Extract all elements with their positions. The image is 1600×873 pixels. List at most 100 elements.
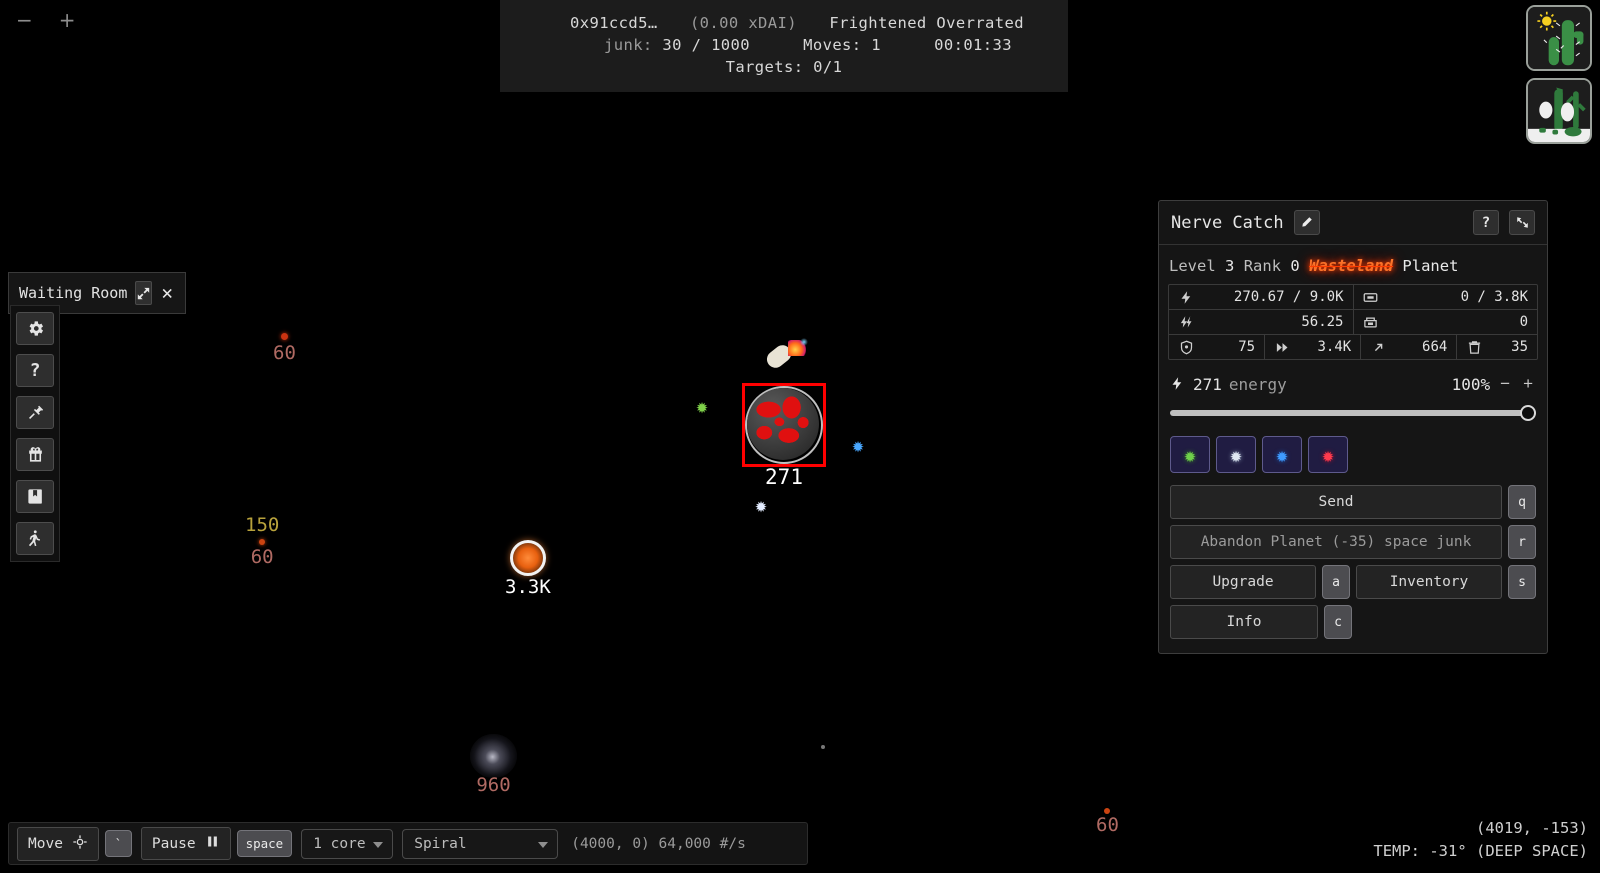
level-value: 3 xyxy=(1225,257,1235,275)
ship-red-icon: ✹ xyxy=(1321,442,1335,467)
energy-decrease-button[interactable]: − xyxy=(1497,374,1513,394)
energy-slider-knob[interactable] xyxy=(1520,405,1536,421)
stat-speed: 3.4K xyxy=(1265,335,1362,359)
inventory-button[interactable]: Inventory xyxy=(1356,565,1502,599)
planet-panel-header: Nerve Catch ? xyxy=(1159,201,1547,245)
pause-label: Pause xyxy=(151,835,196,852)
send-shortcut-key[interactable]: q xyxy=(1508,485,1536,519)
quasar-energy-label: 3.3K xyxy=(505,576,551,598)
stat-energy-growth-value: 56.25 xyxy=(1301,314,1344,330)
sidebar-item-help[interactable]: ? xyxy=(16,354,54,387)
ship-slot-white[interactable]: ✹ xyxy=(1216,436,1256,473)
planet-subtitle: Level 3 Rank 0 Wasteland Planet xyxy=(1169,257,1538,275)
sidebar-item-plugins[interactable] xyxy=(16,396,54,429)
selected-planet[interactable] xyxy=(747,388,819,460)
expand-icon[interactable] xyxy=(135,281,152,305)
book-icon xyxy=(27,489,42,504)
junk-value: 30 / 1000 xyxy=(662,36,750,54)
pause-shortcut-key[interactable]: space xyxy=(236,830,293,857)
upgrade-button[interactable]: Upgrade xyxy=(1170,565,1316,599)
sidebar-item-gifts[interactable] xyxy=(16,438,54,471)
ship-rocket[interactable] xyxy=(763,338,810,374)
map-object-quasar-3k[interactable]: 3.3K xyxy=(505,540,551,598)
close-icon[interactable]: ✕ xyxy=(160,281,175,305)
pause-group: Pause space xyxy=(140,827,293,860)
pattern-select[interactable]: Spiral xyxy=(402,828,559,859)
cores-select-wrap: 1 core xyxy=(301,828,394,859)
cores-select[interactable]: 1 core xyxy=(301,828,394,859)
move-shortcut-key[interactable]: ` xyxy=(104,830,132,857)
sidebar-item-guide[interactable] xyxy=(16,480,54,513)
stat-silver-value: 0 / 3.8K xyxy=(1460,289,1528,305)
ship-blue[interactable]: ✹ xyxy=(852,435,864,455)
account-address[interactable]: 0x91ccd5… xyxy=(570,14,658,32)
energy-icon xyxy=(1170,376,1186,392)
ship-white[interactable]: ✹ xyxy=(755,495,767,515)
map-object-planet-small-3[interactable]: 60 xyxy=(1096,808,1119,836)
abandon-planet-button[interactable]: Abandon Planet (-35) space junk xyxy=(1170,525,1502,559)
defense-icon xyxy=(1178,339,1194,355)
desert-cactus-thumbnail[interactable] xyxy=(1526,5,1592,71)
minimize-icon[interactable] xyxy=(1509,210,1535,235)
ship-slot-green[interactable]: ✹ xyxy=(1170,436,1210,473)
pencil-icon[interactable] xyxy=(1293,210,1320,235)
speed-icon xyxy=(1274,339,1290,355)
planet-energy-label: 60 xyxy=(273,342,296,364)
snow-cactus-thumbnail[interactable] xyxy=(1526,78,1592,144)
ship-white-icon: ✹ xyxy=(1229,442,1243,467)
inventory-shortcut-key[interactable]: s xyxy=(1508,565,1536,599)
energy-slider-track xyxy=(1170,410,1536,416)
map-object-planet-small-1[interactable]: 60 xyxy=(273,333,296,364)
send-button[interactable]: Send xyxy=(1170,485,1502,519)
timer-value: 00:01:33 xyxy=(934,36,1012,54)
stat-row-attributes: 75 3.4K 664 35 xyxy=(1169,335,1537,359)
minimize-glyph xyxy=(1516,217,1528,228)
plug-icon xyxy=(28,405,43,419)
artifact-thumbnails xyxy=(1526,5,1592,144)
planet-stats-table: 270.67 / 9.0K 0 / 3.8K 56.25 0 75 3.4K 6… xyxy=(1168,284,1538,360)
move-button[interactable]: Move xyxy=(17,826,99,861)
energy-slider[interactable] xyxy=(1170,404,1536,422)
map-object-planet-small-2[interactable]: 150 60 xyxy=(245,514,280,568)
spiral-energy-label: 960 xyxy=(476,774,511,796)
gear-icon xyxy=(29,321,43,336)
temperature-readout: TEMP: -31° (DEEP SPACE) xyxy=(1373,841,1588,860)
spiral-body xyxy=(470,734,517,778)
silver-growth-icon xyxy=(1363,314,1379,330)
ship-slot-blue[interactable]: ✹ xyxy=(1262,436,1302,473)
ship-slot-red[interactable]: ✹ xyxy=(1308,436,1348,473)
stat-range: 664 xyxy=(1361,335,1458,359)
pause-icon xyxy=(205,834,220,853)
info-button[interactable]: Info xyxy=(1170,605,1318,639)
stat-junk-value: 35 xyxy=(1511,339,1529,355)
upgrade-shortcut-key[interactable]: a xyxy=(1322,565,1350,599)
info-shortcut-key[interactable]: c xyxy=(1324,605,1352,639)
action-row-info: Info c xyxy=(1170,605,1536,639)
gift-icon xyxy=(28,447,42,462)
panel-help-icon[interactable]: ? xyxy=(1473,210,1499,235)
question-icon: ? xyxy=(29,360,41,381)
abandon-shortcut-key[interactable]: r xyxy=(1508,525,1536,559)
stat-energy: 270.67 / 9.0K xyxy=(1169,285,1354,309)
hashrate-display: (4000, 0) 64,000 #/s xyxy=(571,835,746,852)
planet-panel-title: Nerve Catch xyxy=(1171,212,1284,233)
junk-label: junk: xyxy=(604,36,653,54)
map-object-spiral-960[interactable]: 960 xyxy=(470,734,517,796)
energy-percent: 100% xyxy=(1451,374,1491,394)
energy-increase-button[interactable]: + xyxy=(1520,374,1536,394)
energy-amount: 271 xyxy=(1193,374,1222,394)
stat-defense: 75 xyxy=(1169,335,1266,359)
move-group: Move ` xyxy=(17,826,132,861)
ship-green-icon: ✹ xyxy=(1183,442,1197,467)
sidebar-item-settings[interactable] xyxy=(16,312,54,345)
ship-green[interactable]: ✹ xyxy=(696,396,708,416)
stat-silver: 0 / 3.8K xyxy=(1354,285,1538,309)
game-root: − + 60 150 60 3.3K 960 60 271 ✹ ✹ ✹ 0x91… xyxy=(0,0,1600,873)
pause-button[interactable]: Pause xyxy=(140,827,231,860)
planet-silver-label: 150 xyxy=(245,514,280,536)
planet-energy-label: 60 xyxy=(1096,814,1119,836)
hud-row-stats: junk: 30 / 1000 Moves: 1 00:01:33 xyxy=(526,34,1042,56)
sidebar-item-leave[interactable] xyxy=(16,522,54,555)
cursor-position: (4019, -153) xyxy=(1476,818,1588,837)
map-object-planet-dot-faint[interactable] xyxy=(821,745,825,749)
